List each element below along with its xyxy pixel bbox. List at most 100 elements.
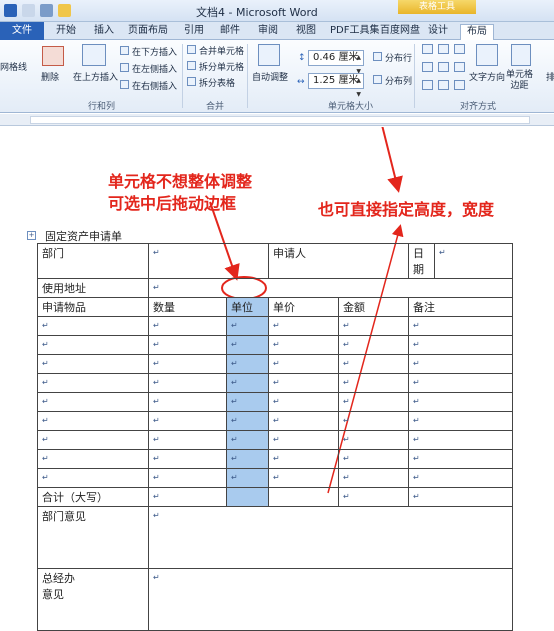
table-cell[interactable]: ↵: [148, 335, 227, 355]
table-cell[interactable]: ↵: [226, 392, 269, 412]
gridlines-button[interactable]: 网格线: [0, 60, 27, 73]
table-cell[interactable]: ↵: [148, 373, 227, 393]
table-cell[interactable]: ↵: [338, 411, 409, 431]
table-cell[interactable]: ↵: [408, 373, 513, 393]
header-cell[interactable]: 备注: [408, 297, 513, 317]
tab-insert[interactable]: 插入: [94, 24, 114, 40]
table-cell[interactable]: ↵: [226, 411, 269, 431]
table-cell[interactable]: ↵: [37, 373, 149, 393]
table-cell[interactable]: ↵: [268, 411, 339, 431]
distribute-rows-button[interactable]: 分布行: [385, 51, 412, 64]
table-cell[interactable]: ↵: [268, 449, 339, 469]
table-cell[interactable]: ↵: [226, 335, 269, 355]
insert-left-button[interactable]: 在左侧插入: [132, 62, 177, 75]
insert-right-button[interactable]: 在右侧插入: [132, 79, 177, 92]
table-cell[interactable]: ↵: [338, 373, 409, 393]
table-cell[interactable]: [268, 487, 339, 507]
table-cell[interactable]: ↵: [37, 449, 149, 469]
table-cell[interactable]: ↵: [408, 392, 513, 412]
ruler-scale[interactable]: [30, 116, 530, 124]
header-cell[interactable]: 申请物品: [37, 297, 149, 317]
align-middle-left-icon[interactable]: [422, 62, 433, 72]
distribute-cols-button[interactable]: 分布列: [385, 74, 412, 87]
table-cell[interactable]: ↵: [268, 373, 339, 393]
text-direction-button[interactable]: 文字方向: [469, 70, 505, 83]
table-cell[interactable]: ↵: [226, 430, 269, 450]
table-cell[interactable]: ↵: [338, 335, 409, 355]
dept-opinion-label-cell[interactable]: 部门意见: [37, 506, 149, 569]
align-middle-center-icon[interactable]: [438, 62, 449, 72]
table-cell[interactable]: ↵: [37, 392, 149, 412]
header-cell[interactable]: 数量: [148, 297, 227, 317]
table-cell[interactable]: ↵: [148, 487, 227, 507]
table-cell[interactable]: ↵: [226, 354, 269, 374]
autofit-button[interactable]: 自动调整: [252, 70, 288, 83]
align-top-center-icon[interactable]: [438, 44, 449, 54]
table-cell[interactable]: ↵: [37, 335, 149, 355]
table-cell[interactable]: ↵: [268, 392, 339, 412]
tab-page-layout[interactable]: 页面布局: [128, 24, 168, 40]
table-cell[interactable]: ↵: [37, 411, 149, 431]
tab-mailings[interactable]: 邮件: [220, 24, 240, 40]
table-move-handle[interactable]: +: [27, 231, 36, 240]
table-cell[interactable]: ↵: [408, 354, 513, 374]
tab-file[interactable]: 文件: [0, 22, 44, 40]
table-cell[interactable]: ↵: [408, 411, 513, 431]
undo-icon[interactable]: [22, 4, 35, 17]
table-cell[interactable]: ↵: [148, 278, 513, 298]
header-cell[interactable]: 单价: [268, 297, 339, 317]
merge-cells-button[interactable]: 合并单元格: [199, 44, 244, 57]
tab-home[interactable]: 开始: [56, 24, 76, 40]
table-cell[interactable]: ↵: [408, 487, 513, 507]
align-bottom-right-icon[interactable]: [454, 80, 465, 90]
align-top-left-icon[interactable]: [422, 44, 433, 54]
table-cell[interactable]: ↵: [148, 468, 227, 488]
table-cell[interactable]: ↵: [268, 430, 339, 450]
table-cell[interactable]: ↵: [338, 316, 409, 336]
align-bottom-center-icon[interactable]: [438, 80, 449, 90]
applicant-label-cell[interactable]: 申请人: [268, 243, 409, 279]
date-label-cell[interactable]: 日期: [408, 243, 435, 279]
tab-review[interactable]: 审阅: [258, 24, 278, 40]
table-cell[interactable]: ↵: [338, 354, 409, 374]
table-cell[interactable]: ↵: [226, 316, 269, 336]
cell-margins-button[interactable]: 单元格 边距: [506, 70, 533, 92]
col-width-spinner[interactable]: ▲ ▼: [356, 74, 361, 102]
table-cell[interactable]: ↵: [338, 449, 409, 469]
table-cell[interactable]: ↵: [408, 335, 513, 355]
align-top-right-icon[interactable]: [454, 44, 465, 54]
split-table-button[interactable]: 拆分表格: [199, 76, 235, 89]
address-label-cell[interactable]: 使用地址: [37, 278, 149, 298]
table-cell[interactable]: ↵: [148, 316, 227, 336]
save-icon[interactable]: [40, 4, 53, 17]
table-cell[interactable]: ↵: [408, 316, 513, 336]
table-cell[interactable]: ↵: [408, 430, 513, 450]
table-cell[interactable]: [226, 487, 269, 507]
table-cell[interactable]: ↵: [408, 449, 513, 469]
table-cell[interactable]: ↵: [148, 243, 269, 279]
table-cell[interactable]: ↵: [37, 468, 149, 488]
table-cell[interactable]: ↵: [226, 468, 269, 488]
table-cell[interactable]: ↵: [268, 468, 339, 488]
gm-opinion-cell[interactable]: ↵: [148, 568, 513, 631]
table-cell[interactable]: ↵: [148, 354, 227, 374]
table-cell[interactable]: ↵: [338, 392, 409, 412]
table-cell[interactable]: ↵: [338, 468, 409, 488]
total-label-cell[interactable]: 合计（大写）: [37, 487, 149, 507]
header-cell-unit[interactable]: 单位: [226, 297, 269, 317]
table-cell[interactable]: ↵: [148, 430, 227, 450]
tab-design[interactable]: 设计: [428, 24, 448, 40]
table-cell[interactable]: ↵: [408, 468, 513, 488]
delete-button[interactable]: 删除: [41, 70, 59, 83]
align-middle-right-icon[interactable]: [454, 62, 465, 72]
gm-opinion-label-cell[interactable]: 总经办 意见: [37, 568, 149, 631]
sort-button[interactable]: 排: [546, 70, 554, 83]
table-cell[interactable]: ↵: [268, 354, 339, 374]
row-height-input[interactable]: 0.46 厘米 ▲ ▼: [308, 50, 364, 75]
table-cell[interactable]: ↵: [338, 487, 409, 507]
tab-references[interactable]: 引用: [184, 24, 204, 40]
header-cell[interactable]: 金额: [338, 297, 409, 317]
table-cell[interactable]: ↵: [148, 411, 227, 431]
table-cell[interactable]: ↵: [226, 449, 269, 469]
table-cell[interactable]: ↵: [37, 316, 149, 336]
